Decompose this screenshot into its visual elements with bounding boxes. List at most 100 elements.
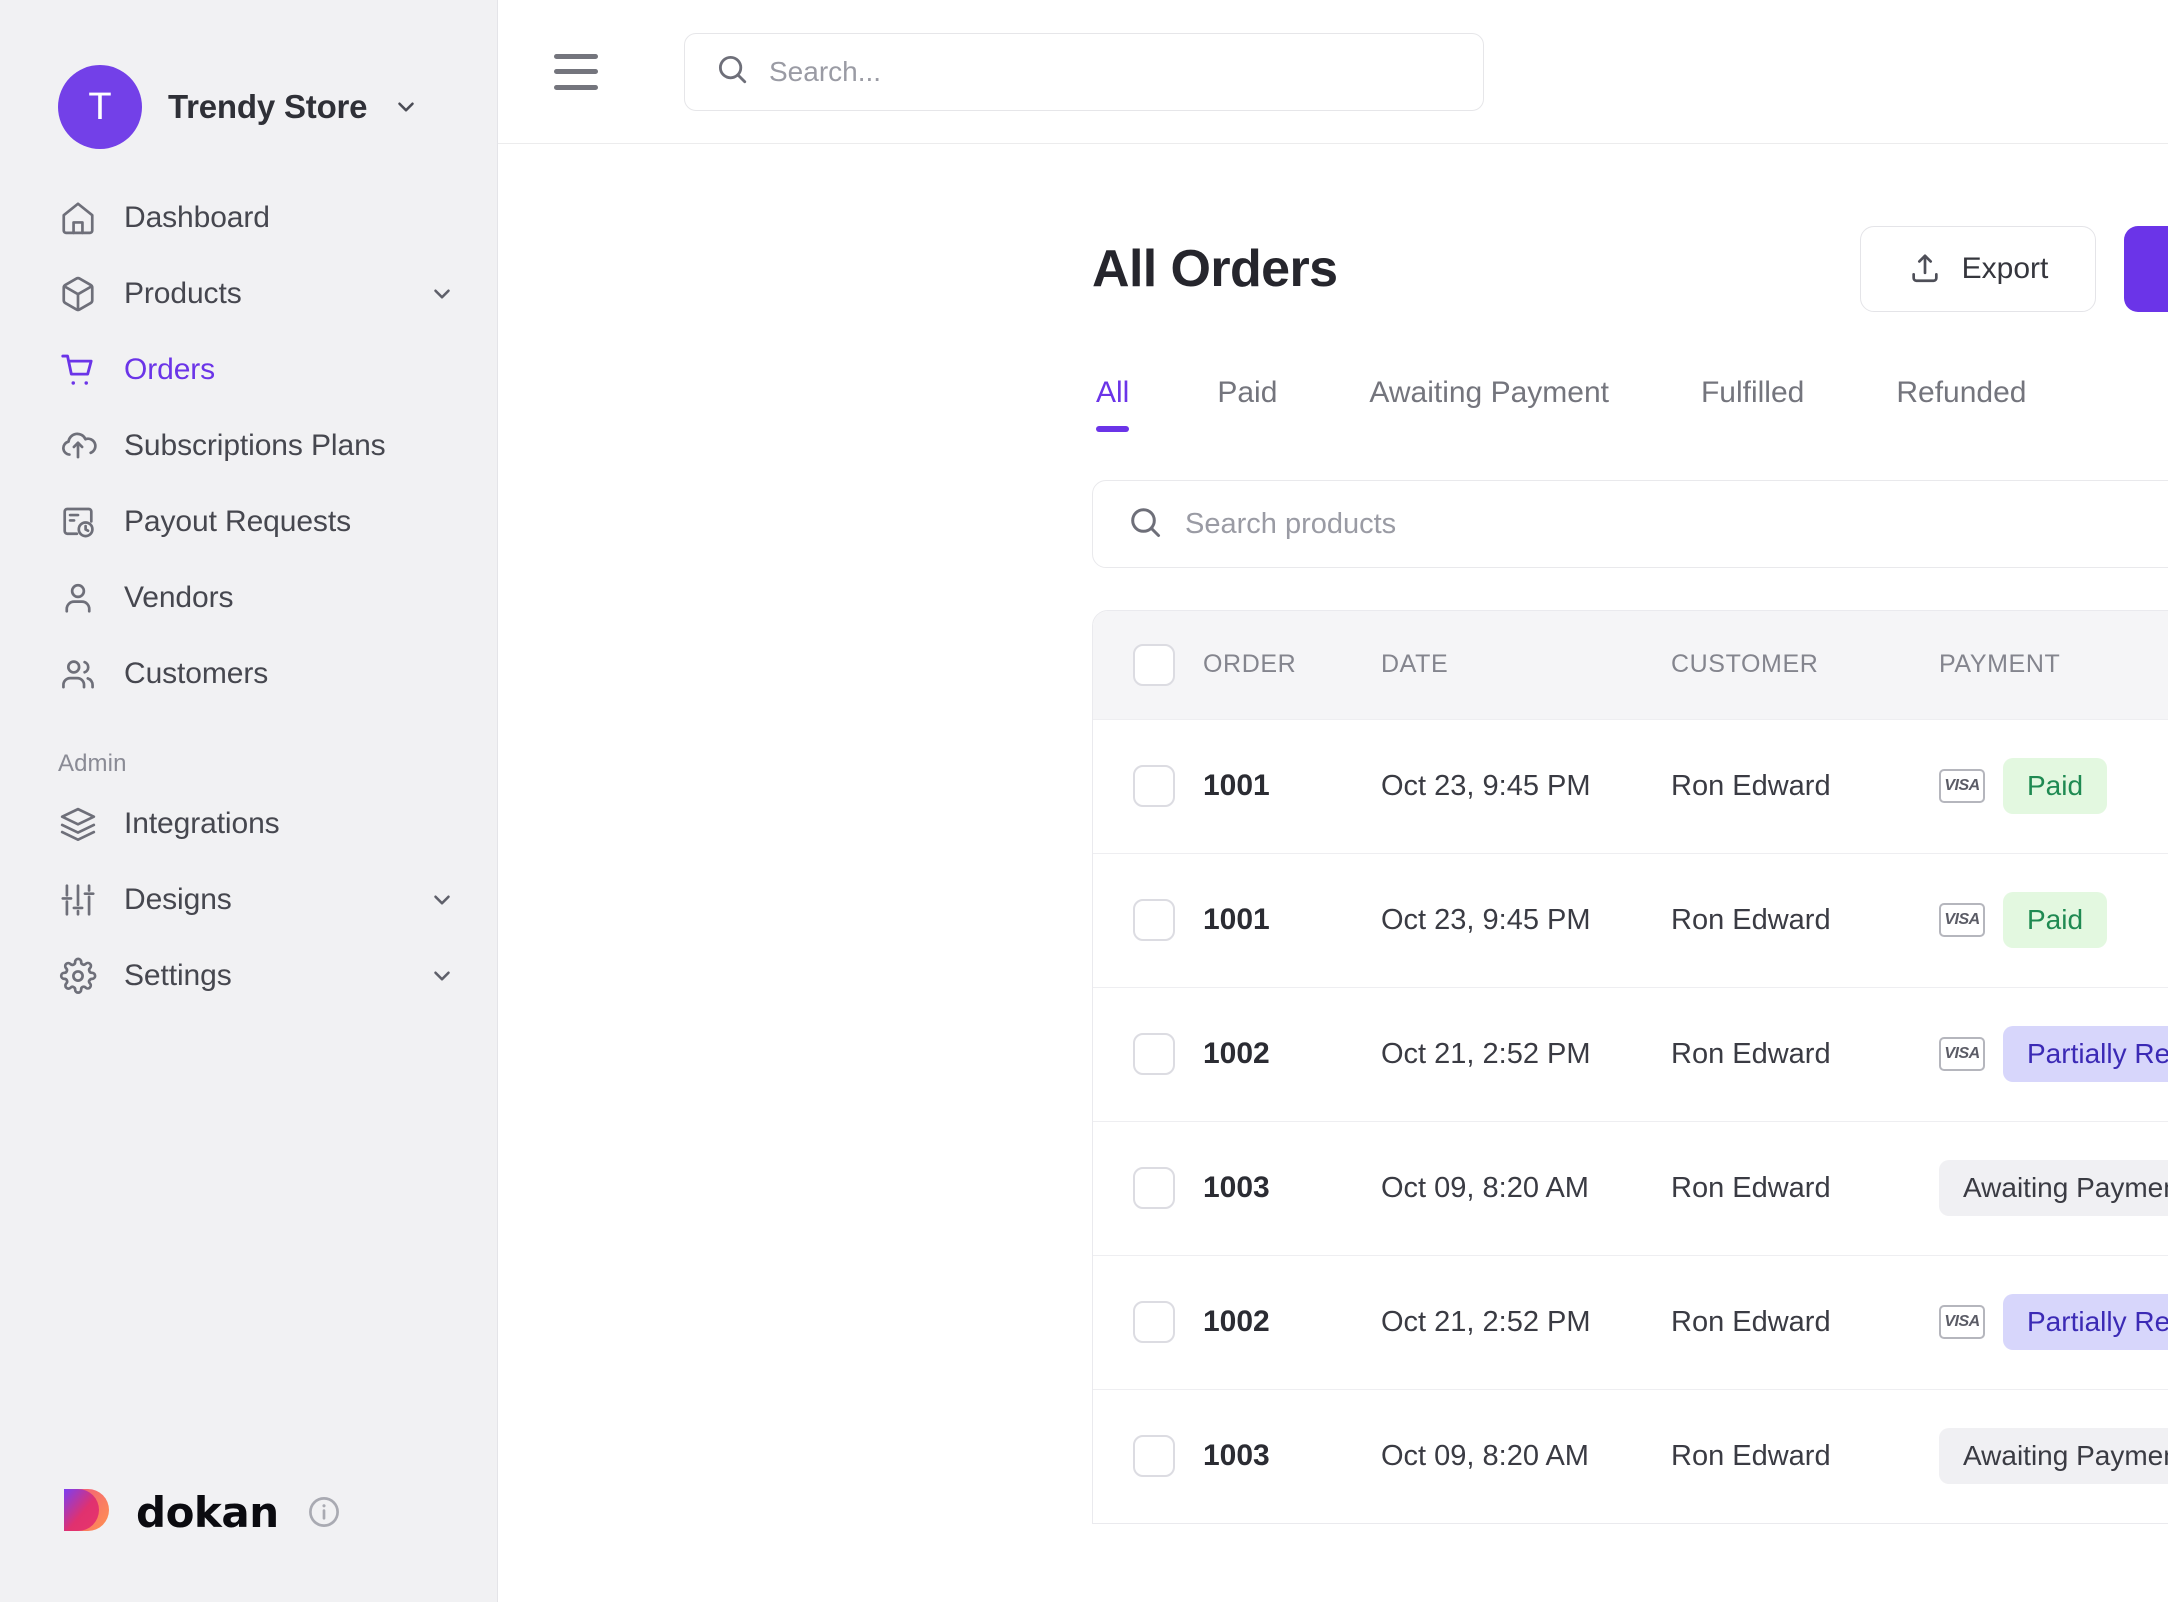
sidebar-item-customers[interactable]: Customers xyxy=(0,636,497,712)
cell-payment: VISA Paid xyxy=(1939,719,2168,853)
topbar xyxy=(498,0,2168,144)
sidebar-item-subscriptions-plans[interactable]: Subscriptions Plans xyxy=(0,408,497,484)
export-button[interactable]: Export xyxy=(1860,226,2096,312)
col-header-date[interactable]: DATE xyxy=(1381,611,1671,719)
order-status-tabs: All Paid Awaiting Payment Fulfilled Refu… xyxy=(498,376,2168,432)
main-area: All Orders Export Add Order All Paid xyxy=(498,0,2168,1602)
page-actions: Export Add Order xyxy=(1860,226,2168,312)
cell-payment: VISA Partially Refunded xyxy=(1939,987,2168,1121)
row-checkbox[interactable] xyxy=(1133,899,1175,941)
select-all-checkbox[interactable] xyxy=(1133,643,1175,686)
hamburger-menu-icon[interactable] xyxy=(554,53,598,90)
store-switcher[interactable]: T Trendy Store xyxy=(0,0,497,170)
sidebar: T Trendy Store Dashboard Products Orders… xyxy=(0,0,498,1602)
cell-payment: Awaiting Payment xyxy=(1939,1121,2168,1255)
table-row[interactable]: 1001Oct 23, 9:45 PMRon EdwardVISAPaidFul… xyxy=(1093,719,2168,853)
tab-awaiting-payment[interactable]: Awaiting Payment xyxy=(1323,376,1655,432)
page-title: All Orders xyxy=(1092,240,1338,298)
cell-customer: Ron Edward xyxy=(1671,903,1831,936)
search-icon xyxy=(1127,504,1163,545)
order-id: 1003 xyxy=(1203,1439,1270,1473)
payment-status-badge: Awaiting Payment xyxy=(1939,1160,2168,1216)
page-content: All Orders Export Add Order All Paid xyxy=(498,144,2168,1602)
upload-icon xyxy=(1908,251,1942,288)
sidebar-item-label: Products xyxy=(124,277,242,310)
col-header-payment[interactable]: PAYMENT xyxy=(1939,611,2168,719)
row-select-cell xyxy=(1093,719,1203,853)
add-order-button[interactable]: Add Order xyxy=(2124,226,2168,312)
row-checkbox[interactable] xyxy=(1133,1301,1175,1343)
table-search[interactable] xyxy=(1092,480,2168,568)
sidebar-item-integrations[interactable]: Integrations xyxy=(0,786,497,862)
row-select-cell xyxy=(1093,1255,1203,1389)
sidebar-item-label: Payout Requests xyxy=(124,505,351,538)
cloud-upload-icon xyxy=(58,426,98,466)
sidebar-nav: Dashboard Products Orders Subscriptions … xyxy=(0,170,497,1014)
tab-all[interactable]: All xyxy=(1096,376,1171,432)
page-header: All Orders Export Add Order xyxy=(498,144,2168,312)
row-checkbox[interactable] xyxy=(1133,1033,1175,1075)
cell-payment: Awaiting Payment xyxy=(1939,1389,2168,1523)
table-row[interactable]: 1001Oct 23, 9:45 PMRon EdwardVISAPaidFul… xyxy=(1093,853,2168,987)
chevron-down-icon[interactable] xyxy=(429,963,455,989)
sidebar-item-label: Integrations xyxy=(124,807,280,840)
row-select-cell xyxy=(1093,1121,1203,1255)
table-row[interactable]: 1003 Oct 09, 8:20 AM Ron Edward Awaiting Pa… xyxy=(1093,1389,2168,1523)
dokan-logo-icon xyxy=(58,1484,114,1540)
row-checkbox[interactable] xyxy=(1133,1167,1175,1209)
table-header-row: ORDER DATE CUSTOMER PAYMENT FULFILMENT T… xyxy=(1093,611,2168,719)
cell-payment: VISA Partially Refunded xyxy=(1939,1255,2168,1389)
cart-icon xyxy=(58,350,98,390)
col-header-order[interactable]: ORDER xyxy=(1203,611,1381,719)
visa-card-icon: VISA xyxy=(1939,1305,1985,1339)
row-checkbox[interactable] xyxy=(1133,1435,1175,1478)
select-all-header xyxy=(1093,611,1203,719)
cell-customer: Ron Edward xyxy=(1671,1171,1831,1204)
chevron-down-icon[interactable] xyxy=(429,887,455,913)
tab-paid[interactable]: Paid xyxy=(1171,376,1323,432)
search-input[interactable] xyxy=(769,55,1453,88)
sidebar-item-label: Vendors xyxy=(124,581,234,614)
cell-customer: Ron Edward xyxy=(1671,1439,1831,1472)
box-icon xyxy=(58,274,98,314)
table-row[interactable]: 1002 Oct 21, 2:52 PM Ron Edward VISA Partial… xyxy=(1093,987,2168,1121)
sidebar-item-orders[interactable]: Orders xyxy=(0,332,497,408)
global-search[interactable] xyxy=(684,32,1484,111)
payment-status-badge: Awaiting Payment xyxy=(1939,1428,2168,1485)
cell-date: Oct 09, 8:20 AM xyxy=(1381,1171,1589,1204)
sidebar-item-vendors[interactable]: Vendors xyxy=(0,560,497,636)
sidebar-item-label: Dashboard xyxy=(124,201,270,234)
export-label: Export xyxy=(1961,252,2049,285)
order-id: 1002 xyxy=(1203,1305,1270,1338)
sidebar-item-settings[interactable]: Settings xyxy=(0,938,497,1014)
table-row[interactable]: 1003 Oct 09, 8:20 AM Ron Edward Awaiting Pa… xyxy=(1093,1121,2168,1255)
chevron-down-icon[interactable] xyxy=(393,94,419,120)
gear-icon xyxy=(58,956,98,996)
col-header-customer[interactable]: CUSTOMER xyxy=(1671,611,1939,719)
home-icon xyxy=(58,198,98,238)
tab-refunded[interactable]: Refunded xyxy=(1850,376,2072,432)
sidebar-item-payout-requests[interactable]: Payout Requests xyxy=(0,484,497,560)
sidebar-item-dashboard[interactable]: Dashboard xyxy=(0,180,497,256)
chevron-down-icon[interactable] xyxy=(429,281,455,307)
cell-date: Oct 21, 2:52 PM xyxy=(1381,1305,1591,1338)
orders-table-wrapper: ORDER DATE CUSTOMER PAYMENT FULFILMENT T… xyxy=(1092,610,2168,1524)
sidebar-item-designs[interactable]: Designs xyxy=(0,862,497,938)
table-head: ORDER DATE CUSTOMER PAYMENT FULFILMENT T… xyxy=(1093,611,2168,719)
users-icon xyxy=(58,654,98,694)
table-row[interactable]: 1002 Oct 21, 2:52 PM Ron Edward VISA Partial… xyxy=(1093,1255,2168,1389)
tab-fulfilled[interactable]: Fulfilled xyxy=(1655,376,1850,432)
row-checkbox[interactable] xyxy=(1133,765,1175,807)
app-root: T Trendy Store Dashboard Products Orders… xyxy=(0,0,2168,1602)
sidebar-item-products[interactable]: Products xyxy=(0,256,497,332)
info-circle-icon[interactable] xyxy=(307,1495,341,1529)
cell-payment: VISA Paid xyxy=(1939,853,2168,987)
table-search-input[interactable] xyxy=(1185,507,2168,541)
sidebar-item-label: Designs xyxy=(124,883,232,916)
search-icon xyxy=(715,52,749,91)
cell-customer: Ron Edward xyxy=(1671,1037,1831,1070)
sidebar-item-label: Orders xyxy=(124,353,216,386)
table-body: 1001Oct 23, 9:45 PMRon EdwardVISAPaidFul… xyxy=(1093,719,2168,1523)
visa-card-icon: VISA xyxy=(1939,903,1985,937)
order-id: 1003 xyxy=(1203,1171,1270,1204)
